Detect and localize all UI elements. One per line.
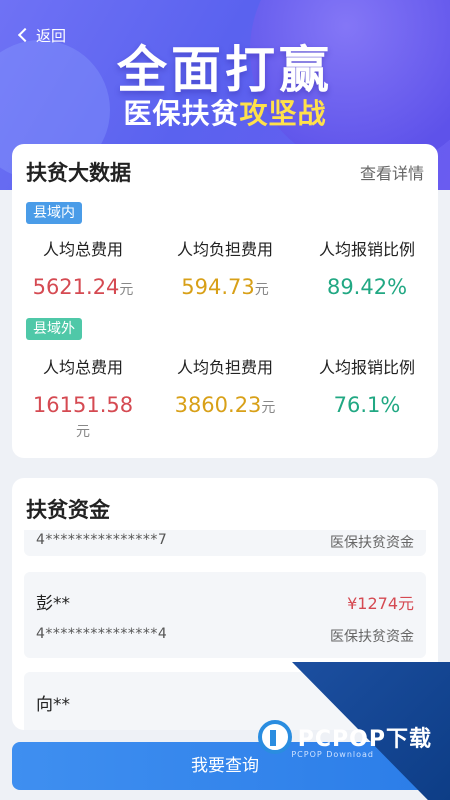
metric-unit: 元 — [76, 424, 90, 440]
metric-number: 3860.23 — [174, 393, 262, 417]
metric-number: 89.42% — [326, 275, 408, 299]
watermark-sub: PCPOP Download — [291, 750, 374, 759]
list-item[interactable]: 彭** ¥1274元 4***************4 医保扶贫资金 — [24, 572, 426, 658]
banner-subtitle-prefix: 医保扶贫 — [123, 97, 240, 130]
metric-reimburse-ratio: 人均报销比例 89.42% — [296, 236, 438, 302]
metric-unit: 元 — [119, 282, 134, 298]
metric-total-cost: 人均总费用 16151.58 元 — [12, 354, 154, 444]
metric-value: 3860.23元 — [154, 393, 296, 420]
item-amount: ¥1274元 — [347, 594, 414, 613]
item-name: 彭** — [36, 594, 70, 614]
metric-number: 594.73 — [181, 275, 255, 299]
out-county-tag: 县域外 — [26, 318, 82, 340]
metric-label: 人均总费用 — [42, 240, 123, 259]
watermark: PCPOP下载 PCPOP Download — [257, 720, 432, 759]
metric-total-cost: 人均总费用 5621.24元 — [12, 236, 154, 302]
view-details-link[interactable]: 查看详情 — [360, 160, 424, 184]
banner-subtitle: 医保扶贫攻坚战 — [0, 92, 450, 132]
in-county-metrics: 人均总费用 5621.24元 人均负担费用 594.73元 人均报销比例 89.… — [12, 236, 438, 302]
watermark-cn: 下载 — [385, 727, 432, 752]
metric-label: 人均负担费用 — [176, 240, 273, 259]
metric-burden-cost: 人均负担费用 594.73元 — [154, 236, 296, 302]
metric-value: 5621.24元 — [12, 275, 154, 302]
card-header: 扶贫大数据 查看详情 — [12, 144, 438, 200]
watermark-text: PCPOP下载 — [298, 721, 432, 753]
list-item[interactable]: 4***************7 医保扶贫资金 — [24, 530, 426, 556]
item-name: 向** — [36, 695, 70, 715]
item-id: 4***************7 — [36, 532, 168, 548]
metric-unit: 元 — [261, 400, 276, 416]
metric-number: 76.1% — [333, 393, 401, 417]
card-title: 扶贫资金 — [26, 498, 110, 522]
metric-number: 16151.58 — [32, 393, 134, 417]
card-title: 扶贫大数据 — [26, 161, 131, 185]
metric-value: 89.42% — [296, 275, 438, 299]
metric-value: 594.73元 — [154, 275, 296, 302]
metric-number: 5621.24 — [32, 275, 120, 299]
metric-unit: 元 — [254, 282, 269, 298]
watermark-brand: PCPOP — [297, 727, 386, 752]
item-type: 医保扶贫资金 — [330, 535, 414, 551]
metric-reimburse-ratio: 人均报销比例 76.1% — [296, 354, 438, 444]
out-county-metrics: 人均总费用 16151.58 元 人均负担费用 3860.23元 人均报销比例 7… — [12, 354, 438, 444]
banner-subtitle-highlight: 攻坚战 — [239, 97, 327, 130]
big-data-card: 扶贫大数据 查看详情 县域内 人均总费用 5621.24元 人均负担费用 594… — [12, 144, 438, 458]
metric-label: 人均报销比例 — [318, 240, 415, 259]
metric-value: 76.1% — [296, 393, 438, 417]
item-id: 4***************4 — [36, 626, 168, 642]
metric-label: 人均总费用 — [42, 358, 123, 377]
metric-label: 人均负担费用 — [176, 358, 273, 377]
metric-label: 人均报销比例 — [318, 358, 415, 377]
in-county-tag: 县域内 — [26, 202, 82, 224]
metric-value: 16151.58 元 — [12, 393, 154, 444]
pcpop-logo-icon — [257, 720, 292, 754]
metric-burden-cost: 人均负担费用 3860.23元 — [154, 354, 296, 444]
item-type: 医保扶贫资金 — [330, 629, 414, 645]
